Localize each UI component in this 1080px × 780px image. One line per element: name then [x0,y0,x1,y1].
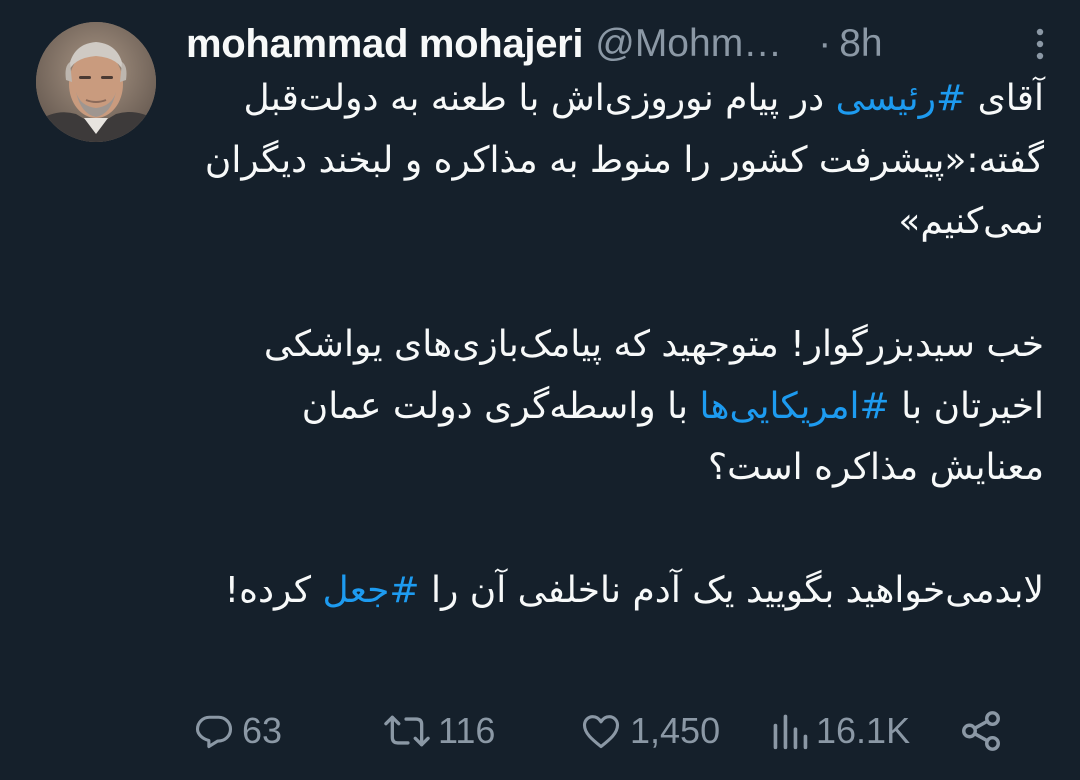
retweet-icon [382,709,432,753]
tweet-paragraph-1: آقای #رئیسی در پیام نوروزی‌اش با طعنه به… [186,68,1044,253]
separator-dot: · [818,22,832,65]
retweet-button[interactable]: 116 [382,700,495,762]
views-count: 16.1K [816,710,911,751]
reply-icon [192,709,236,753]
tweet-paragraph-2: خب سیدبزرگوار! متوجهید که پیامک‌بازی‌های… [186,314,1044,499]
action-bar: 63 116 1,450 16.1K [186,700,1006,762]
views-button[interactable]: 16.1K [770,700,910,762]
tweet-paragraph-3: لابدمی‌خواهید بگویید یک آدم ناخلفی آن را… [186,560,1044,622]
heart-icon [578,709,624,753]
tweet-text: آقای #رئیسی در پیام نوروزی‌اش با طعنه به… [186,68,1044,622]
text-segment: آقای [966,78,1044,119]
timestamp[interactable]: 8h [839,22,882,66]
text-segment: لابدمی‌خواهید بگویید یک آدم ناخلفی آن را [419,570,1044,611]
user-handle[interactable]: @Mohm… [595,22,782,66]
like-count: 1,450 [630,710,721,751]
tweet-header: mohammad mohajeri @Mohm… · 8h [186,18,1060,70]
more-vertical-icon[interactable] [1020,24,1060,64]
share-button[interactable] [958,700,1004,762]
hashtag-link[interactable]: #امریکایی‌ها [700,386,890,427]
display-name[interactable]: mohammad mohajeri [186,22,584,67]
share-icon [958,708,1004,754]
like-button[interactable]: 1,450 [578,700,720,762]
hashtag-link[interactable]: #جعل [322,570,419,611]
avatar[interactable] [36,22,156,142]
retweet-count: 116 [438,710,496,751]
tweet[interactable]: mohammad mohajeri @Mohm… · 8h آقای #رئیس… [0,0,1080,780]
text-segment: کرده! [224,570,323,611]
views-icon [770,709,810,753]
reply-count: 63 [242,710,283,751]
reply-button[interactable]: 63 [192,700,282,762]
hashtag-link[interactable]: #رئیسی [836,78,967,119]
